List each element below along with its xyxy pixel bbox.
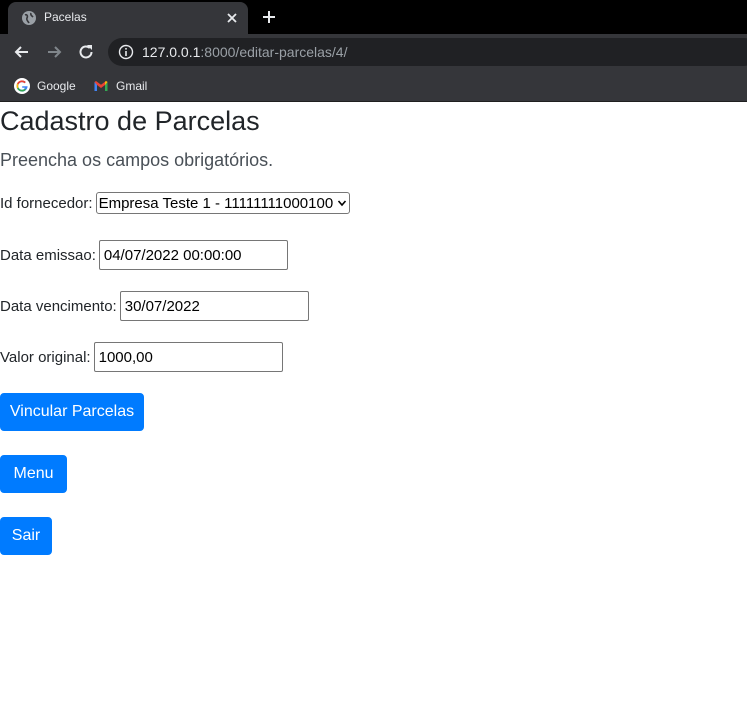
google-icon bbox=[14, 78, 30, 94]
fornecedor-selected-value: Empresa Teste 1 - 11111111000100 bbox=[98, 194, 334, 212]
page-subtitle: Preencha os campos obrigatórios. bbox=[0, 150, 274, 170]
bookmark-gmail-label: Gmail bbox=[116, 79, 148, 93]
sair-button[interactable]: Sair bbox=[0, 517, 52, 555]
valor-input[interactable] bbox=[93, 342, 283, 372]
page-content: Cadastro de Parcelas Preencha os campos … bbox=[0, 103, 747, 728]
url-path: :8000/editar-parcelas/4/ bbox=[200, 44, 348, 60]
emissao-label: Data emissao: bbox=[0, 246, 96, 264]
fornecedor-select[interactable]: Empresa Teste 1 - 11111111000100 bbox=[95, 192, 351, 214]
close-tab-icon[interactable] bbox=[223, 9, 241, 27]
gmail-icon bbox=[94, 81, 108, 91]
chevron-down-icon bbox=[338, 200, 347, 207]
vencimento-label: Data vencimento: bbox=[0, 297, 117, 315]
bookmark-google[interactable]: Google bbox=[14, 76, 76, 96]
valor-row: Valor original: bbox=[0, 342, 283, 372]
bookmark-google-label: Google bbox=[37, 79, 76, 93]
vencimento-row: Data vencimento: bbox=[0, 291, 309, 321]
new-tab-icon[interactable] bbox=[260, 8, 278, 26]
tab-title: Pacelas bbox=[44, 10, 87, 24]
valor-label: Valor original: bbox=[0, 348, 91, 366]
globe-icon bbox=[22, 11, 36, 25]
bookmarks-bar: Google Gmail bbox=[0, 70, 747, 102]
fornecedor-label: Id fornecedor: bbox=[0, 194, 93, 212]
vincular-parcelas-button[interactable]: Vincular Parcelas bbox=[0, 393, 144, 431]
browser-tab[interactable]: Pacelas bbox=[8, 2, 248, 34]
site-info-icon[interactable] bbox=[118, 44, 134, 60]
url-text: 127.0.0.1:8000/editar-parcelas/4/ bbox=[142, 44, 347, 60]
emissao-input[interactable] bbox=[98, 240, 288, 270]
browser-tabstrip: Pacelas bbox=[0, 0, 747, 34]
forward-arrow-icon[interactable] bbox=[44, 42, 64, 62]
bookmark-gmail[interactable]: Gmail bbox=[93, 76, 147, 96]
address-bar[interactable]: 127.0.0.1:8000/editar-parcelas/4/ bbox=[108, 38, 747, 66]
reload-icon[interactable] bbox=[76, 42, 96, 62]
url-host: 127.0.0.1 bbox=[142, 44, 201, 60]
fornecedor-row: Id fornecedor: Empresa Teste 1 - 1111111… bbox=[0, 192, 351, 214]
back-arrow-icon[interactable] bbox=[12, 42, 32, 62]
vencimento-input[interactable] bbox=[119, 291, 309, 321]
menu-button[interactable]: Menu bbox=[0, 455, 67, 493]
browser-toolbar: 127.0.0.1:8000/editar-parcelas/4/ bbox=[0, 34, 747, 70]
page-title: Cadastro de Parcelas bbox=[0, 106, 260, 136]
emissao-row: Data emissao: bbox=[0, 240, 288, 270]
